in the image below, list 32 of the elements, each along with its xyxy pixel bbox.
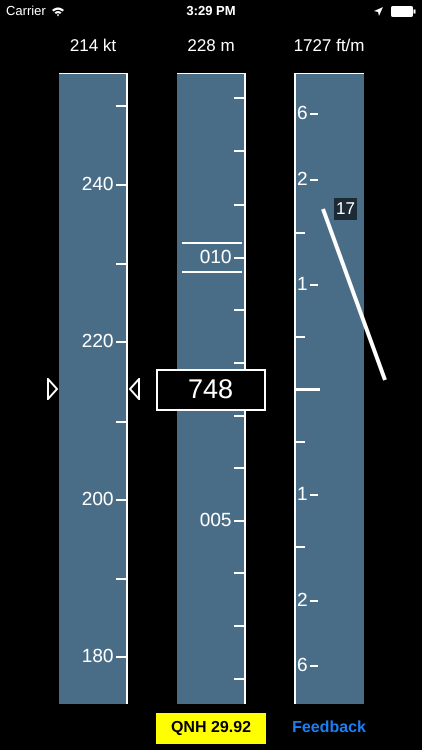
- vertical-speed-label: 1: [297, 484, 308, 504]
- battery-icon: [391, 6, 416, 16]
- needle-value: 17: [334, 198, 357, 220]
- speed-label: 240: [82, 174, 114, 194]
- tick-mark: [310, 178, 318, 180]
- readout-value: 1727 ft/m: [294, 35, 364, 57]
- vertical-speed-label: 2: [297, 590, 308, 610]
- altitude-label: 005: [200, 510, 232, 530]
- speed-label: 180: [82, 647, 114, 666]
- vertical-speed-label: 2: [297, 170, 308, 188]
- altitude-label: 010: [200, 248, 232, 266]
- vertical-speed-label: 6: [297, 104, 308, 122]
- vertical-speed-label: 6: [297, 656, 308, 674]
- speed-label: 200: [82, 490, 114, 508]
- location-arrow-icon: [374, 6, 383, 16]
- carrier-label: Carrier: [6, 2, 46, 20]
- vertical-speed-label: 1: [297, 274, 308, 294]
- qnh-button[interactable]: QNH 29.92: [156, 712, 266, 744]
- tick-mark: [310, 494, 318, 496]
- tick-mark: [310, 600, 318, 602]
- tick-mark: [310, 112, 318, 114]
- wifi-icon: [50, 6, 65, 16]
- readout-value: 214 kt: [70, 35, 116, 57]
- readout-value: 228 m: [187, 35, 235, 57]
- tick-mark: [310, 664, 318, 666]
- altitude-readout: 748: [156, 368, 266, 410]
- tick-mark: [310, 284, 318, 286]
- status-time: 3:29 PM: [186, 2, 236, 20]
- speed-label: 220: [82, 332, 114, 351]
- bracket-line: [182, 242, 242, 244]
- feedback-link[interactable]: Feedback: [292, 716, 366, 740]
- bracket-line: [182, 270, 242, 272]
